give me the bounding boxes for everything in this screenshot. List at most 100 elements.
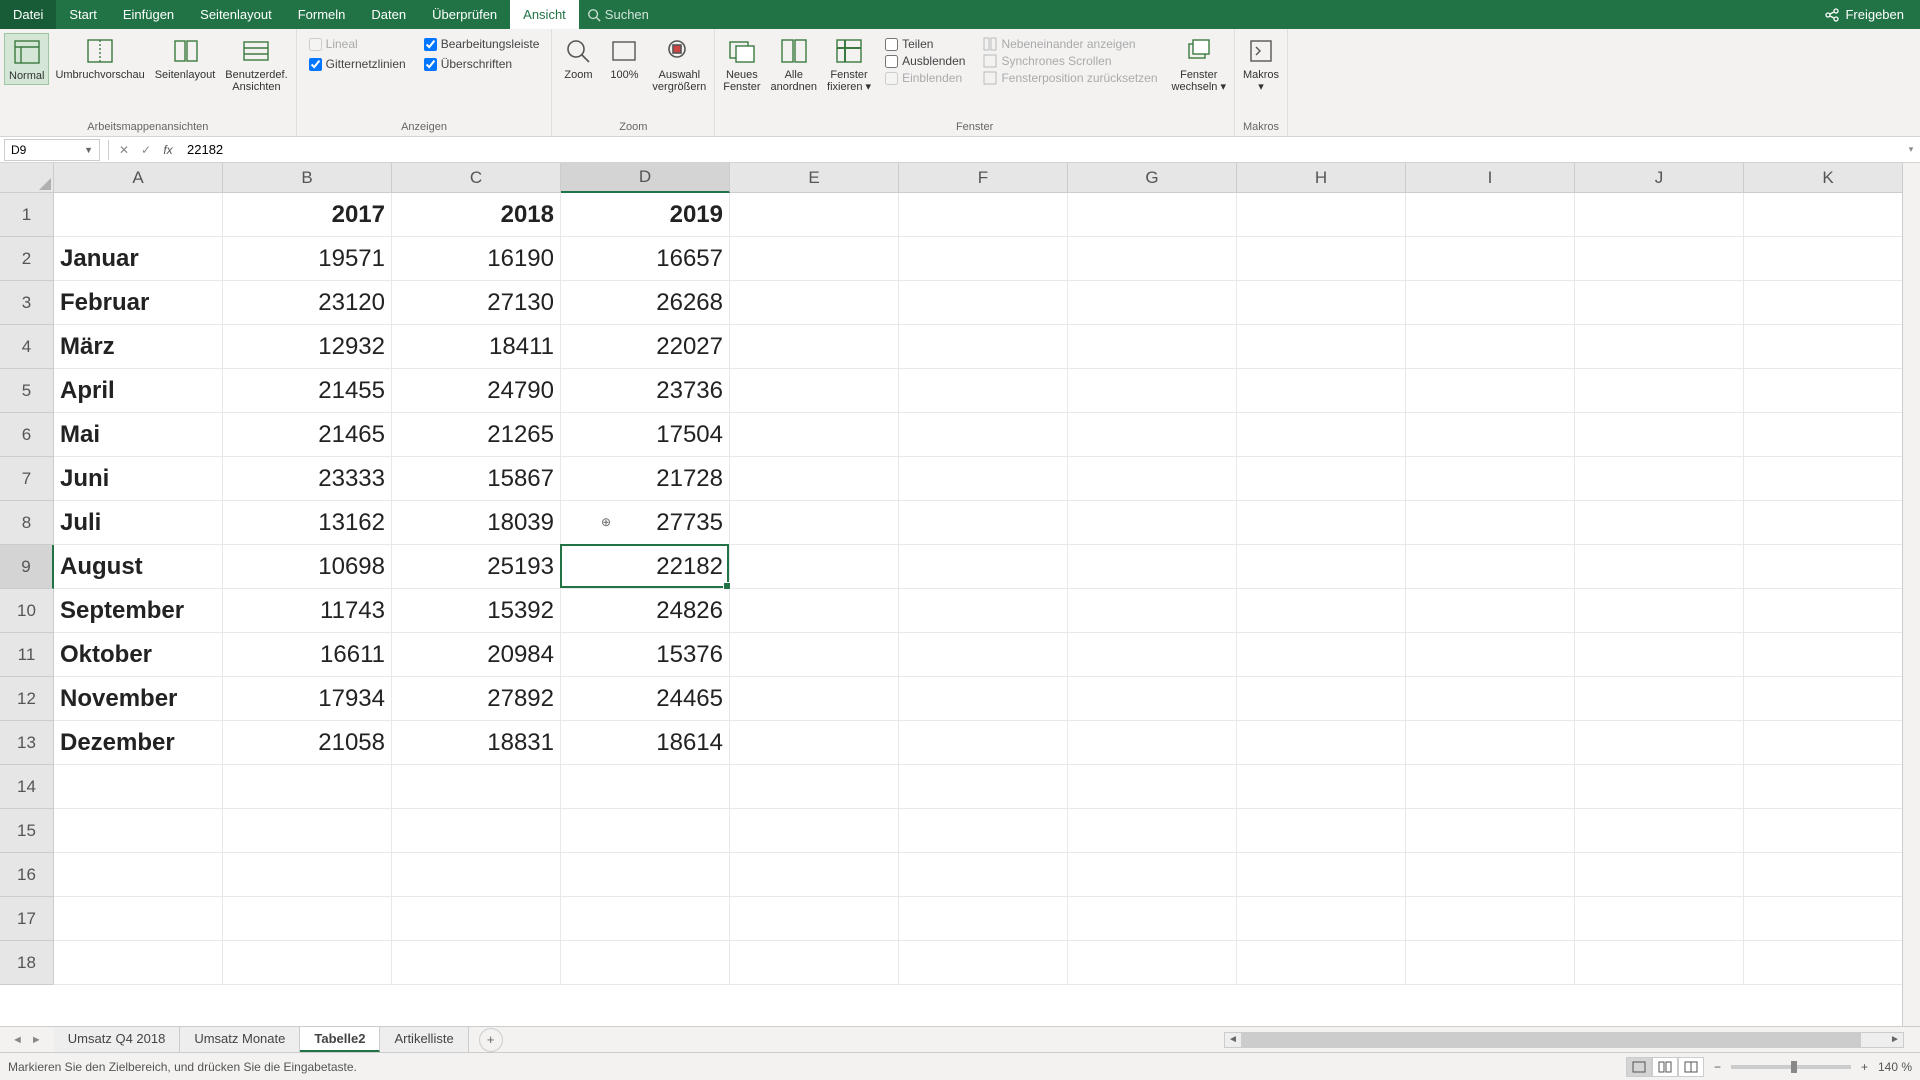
cell-A1[interactable] — [54, 193, 223, 237]
cell-D2[interactable]: 16657 — [561, 237, 730, 281]
tab-formulas[interactable]: Formeln — [285, 0, 359, 29]
cell-B6[interactable]: 21465 — [223, 413, 392, 457]
cell-I6[interactable] — [1406, 413, 1575, 457]
cell-K15[interactable] — [1744, 809, 1913, 853]
gridlines-checkbox[interactable]: Gitternetzlinien — [309, 57, 406, 71]
cell-I5[interactable] — [1406, 369, 1575, 413]
cell-E5[interactable] — [730, 369, 899, 413]
column-header-G[interactable]: G — [1068, 163, 1237, 193]
cell-F11[interactable] — [899, 633, 1068, 677]
cell-D17[interactable] — [561, 897, 730, 941]
cell-K12[interactable] — [1744, 677, 1913, 721]
cell-F8[interactable] — [899, 501, 1068, 545]
hscroll-left[interactable]: ◄ — [1225, 1033, 1241, 1047]
cell-H17[interactable] — [1237, 897, 1406, 941]
cell-J12[interactable] — [1575, 677, 1744, 721]
enter-formula-button[interactable]: ✓ — [135, 143, 157, 157]
cell-J5[interactable] — [1575, 369, 1744, 413]
cell-H6[interactable] — [1237, 413, 1406, 457]
cell-A6[interactable]: Mai — [54, 413, 223, 457]
cell-G16[interactable] — [1068, 853, 1237, 897]
cell-C14[interactable] — [392, 765, 561, 809]
cell-G6[interactable] — [1068, 413, 1237, 457]
cell-D4[interactable]: 22027 — [561, 325, 730, 369]
cell-C5[interactable]: 24790 — [392, 369, 561, 413]
cell-I7[interactable] — [1406, 457, 1575, 501]
cell-D10[interactable]: 24826 — [561, 589, 730, 633]
sheet-tab-umsatz-q4-2018[interactable]: Umsatz Q4 2018 — [54, 1027, 181, 1052]
cell-G2[interactable] — [1068, 237, 1237, 281]
cell-B11[interactable]: 16611 — [223, 633, 392, 677]
cell-J18[interactable] — [1575, 941, 1744, 985]
sheet-nav-first[interactable]: ◄ — [12, 1034, 23, 1046]
cell-I16[interactable] — [1406, 853, 1575, 897]
cell-A4[interactable]: März — [54, 325, 223, 369]
cell-J17[interactable] — [1575, 897, 1744, 941]
cell-H1[interactable] — [1237, 193, 1406, 237]
switch-windows-button[interactable]: Fenster wechseln ▾ — [1168, 33, 1230, 95]
cell-B8[interactable]: 13162 — [223, 501, 392, 545]
cell-K8[interactable] — [1744, 501, 1913, 545]
hscroll-right[interactable]: ► — [1887, 1033, 1903, 1047]
cell-J10[interactable] — [1575, 589, 1744, 633]
cell-G11[interactable] — [1068, 633, 1237, 677]
row-header-17[interactable]: 17 — [0, 897, 54, 941]
cell-F13[interactable] — [899, 721, 1068, 765]
cell-E8[interactable] — [730, 501, 899, 545]
tab-insert[interactable]: Einfügen — [110, 0, 187, 29]
cell-A15[interactable] — [54, 809, 223, 853]
new-window-button[interactable]: Neues Fenster — [719, 33, 764, 95]
cell-B14[interactable] — [223, 765, 392, 809]
cell-F9[interactable] — [899, 545, 1068, 589]
cell-H10[interactable] — [1237, 589, 1406, 633]
cell-D5[interactable]: 23736 — [561, 369, 730, 413]
cell-A3[interactable]: Februar — [54, 281, 223, 325]
cell-B13[interactable]: 21058 — [223, 721, 392, 765]
cell-I14[interactable] — [1406, 765, 1575, 809]
row-header-11[interactable]: 11 — [0, 633, 54, 677]
zoom-out-button[interactable]: − — [1714, 1060, 1721, 1074]
cell-A7[interactable]: Juni — [54, 457, 223, 501]
cell-J11[interactable] — [1575, 633, 1744, 677]
cell-F18[interactable] — [899, 941, 1068, 985]
cell-J9[interactable] — [1575, 545, 1744, 589]
cell-A17[interactable] — [54, 897, 223, 941]
cell-B10[interactable]: 11743 — [223, 589, 392, 633]
insert-function-button[interactable]: fx — [157, 143, 179, 157]
cell-B15[interactable] — [223, 809, 392, 853]
arrange-all-button[interactable]: Alle anordnen — [767, 33, 822, 95]
cell-I11[interactable] — [1406, 633, 1575, 677]
row-header-2[interactable]: 2 — [0, 237, 54, 281]
cell-H5[interactable] — [1237, 369, 1406, 413]
tab-view[interactable]: Ansicht — [510, 0, 579, 29]
cell-J1[interactable] — [1575, 193, 1744, 237]
cell-B16[interactable] — [223, 853, 392, 897]
cell-G15[interactable] — [1068, 809, 1237, 853]
cell-G8[interactable] — [1068, 501, 1237, 545]
cell-G10[interactable] — [1068, 589, 1237, 633]
cell-F12[interactable] — [899, 677, 1068, 721]
cell-E4[interactable] — [730, 325, 899, 369]
name-box[interactable]: D9▼ — [4, 139, 100, 161]
cell-K4[interactable] — [1744, 325, 1913, 369]
cell-J6[interactable] — [1575, 413, 1744, 457]
cell-C18[interactable] — [392, 941, 561, 985]
column-header-E[interactable]: E — [730, 163, 899, 193]
cancel-formula-button[interactable]: ✕ — [113, 143, 135, 157]
cell-K3[interactable] — [1744, 281, 1913, 325]
cell-C15[interactable] — [392, 809, 561, 853]
zoom-100-button[interactable]: 100% — [602, 33, 646, 83]
column-header-C[interactable]: C — [392, 163, 561, 193]
cell-J14[interactable] — [1575, 765, 1744, 809]
cell-H4[interactable] — [1237, 325, 1406, 369]
cell-B5[interactable]: 21455 — [223, 369, 392, 413]
row-header-8[interactable]: 8 — [0, 501, 54, 545]
cell-A2[interactable]: Januar — [54, 237, 223, 281]
cell-B3[interactable]: 23120 — [223, 281, 392, 325]
row-header-4[interactable]: 4 — [0, 325, 54, 369]
cell-E1[interactable] — [730, 193, 899, 237]
cell-C7[interactable]: 15867 — [392, 457, 561, 501]
cell-J3[interactable] — [1575, 281, 1744, 325]
spreadsheet-grid[interactable]: ABCDEFGHIJK 123456789101112131415161718 … — [0, 163, 1920, 1063]
cell-G18[interactable] — [1068, 941, 1237, 985]
